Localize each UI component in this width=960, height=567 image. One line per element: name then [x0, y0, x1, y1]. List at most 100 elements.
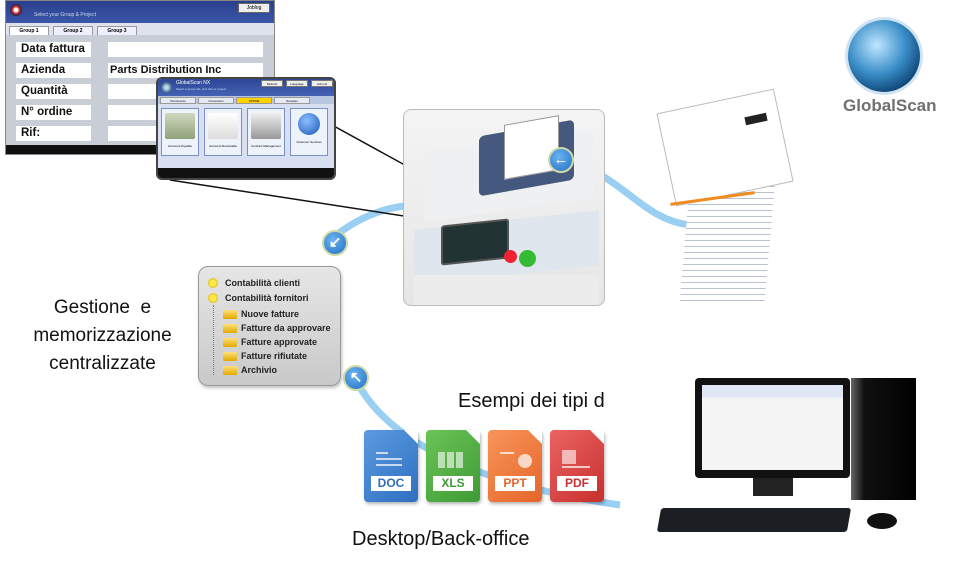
info-icon	[298, 113, 320, 135]
invoice-stack	[656, 88, 795, 310]
tab-conversion[interactable]: Conversion	[198, 97, 234, 104]
text-line	[376, 452, 388, 454]
form-header: Select your Group & Project Joblog	[6, 1, 274, 23]
folder-icon	[223, 352, 237, 361]
copier-image	[403, 109, 605, 306]
caption-line: memorizzazione	[33, 325, 172, 346]
globalscan-popup: GlobalScan NX Select a group tab, and th…	[156, 77, 336, 180]
tree-item-fatture-rifiutate[interactable]: Fatture rifiutate	[241, 351, 307, 361]
tab-group-1[interactable]: Group 1	[9, 26, 49, 35]
field-azienda[interactable]: Parts Distribution Inc	[108, 63, 263, 78]
group-bullet-icon	[208, 278, 218, 288]
scanned-document	[504, 115, 559, 180]
pie-chart-glyph	[518, 454, 532, 468]
folder-tree-panel: Contabilità clienti Contabilità fornitor…	[198, 266, 341, 386]
page-corner	[590, 430, 604, 444]
pdf-file-icon: PDF	[550, 430, 604, 502]
desktop-computer	[655, 375, 920, 535]
folder-icon	[223, 338, 237, 347]
text-line	[376, 464, 402, 466]
page-corner	[466, 430, 480, 444]
documents-arrow-icon	[208, 113, 238, 139]
arrow-left-icon: ←	[548, 147, 574, 173]
tile-contract-management[interactable]: Contract Management	[247, 108, 285, 156]
monitor-stand	[753, 478, 793, 496]
tree-item-fatture-approvate[interactable]: Fatture approvate	[241, 337, 317, 347]
refresh-button[interactable]: Refresh	[261, 80, 283, 87]
arrow-down-left-icon: ↙	[322, 230, 348, 256]
stop-button-icon	[504, 250, 517, 263]
tab-samples[interactable]: Samples	[274, 97, 310, 104]
tab-group-3[interactable]: Group 3	[97, 26, 137, 35]
money-icon	[165, 113, 195, 139]
field-label-quantita: Quantità	[16, 84, 91, 99]
field-label-rif: Rif:	[16, 126, 91, 141]
folder-icon	[223, 310, 237, 319]
form-subtitle: Select your Group & Project	[34, 12, 96, 18]
binder-icon	[251, 113, 281, 139]
keyboard	[656, 508, 852, 532]
globalscan-globe-icon	[848, 20, 920, 92]
grid-lines	[438, 452, 464, 468]
tab-group-2[interactable]: Group 2	[53, 26, 93, 35]
tile-label: Contract Management	[251, 144, 281, 148]
file-type-label: PDF	[557, 476, 597, 491]
start-button-icon	[519, 250, 536, 267]
caption-line: Gestione e	[53, 297, 152, 318]
file-type-label: PPT	[495, 476, 535, 491]
tree-line	[213, 305, 214, 375]
tile-customer-services[interactable]: Customer Services	[290, 108, 328, 156]
group-bullet-icon	[208, 293, 218, 303]
popup-title: GlobalScan NX	[176, 80, 211, 86]
file-type-label: DOC	[371, 476, 411, 491]
tree-item-archivio[interactable]: Archivio	[241, 365, 277, 375]
tile-label: Accounts Receivable	[208, 144, 237, 148]
field-data-fattura[interactable]	[108, 42, 263, 57]
text-line	[500, 452, 514, 454]
popup-subtitle: Select a group tab, and then a project.	[176, 87, 227, 91]
tree-item-contabilita-fornitori[interactable]: Contabilità fornitori	[225, 293, 309, 303]
popup-header: GlobalScan NX Select a group tab, and th…	[158, 79, 334, 96]
tree-item-contabilita-clienti[interactable]: Contabilità clienti	[225, 278, 300, 288]
touch-screen	[441, 218, 509, 266]
language-button[interactable]: Language	[286, 80, 308, 87]
tile-label: Accounts Payable	[167, 144, 192, 148]
joblog-button[interactable]: Joblog	[238, 3, 270, 13]
ppt-file-icon: PPT	[488, 430, 542, 502]
arrow-up-left-icon: ↖	[343, 365, 369, 391]
desktop-caption: Desktop/Back-office	[352, 528, 530, 550]
popup-tabs: Documents Conversion PPFDM Samples	[158, 96, 334, 104]
tree-item-nuove-fatture[interactable]: Nuove fatture	[241, 309, 299, 319]
paper-tray	[414, 275, 599, 305]
tab-documents[interactable]: Documents	[160, 97, 196, 104]
job-list-button[interactable]: Job List	[311, 80, 333, 87]
tree-item-fatture-da-approvare[interactable]: Fatture da approvare	[241, 323, 331, 333]
caption-line: centralizzate	[49, 353, 156, 374]
monitor-screen	[702, 385, 843, 470]
examples-caption: Esempi dei tipi d	[458, 390, 605, 412]
field-label-data-fattura: Data fattura	[16, 42, 91, 57]
field-label-ordine: N° ordine	[16, 105, 91, 120]
folder-icon	[223, 324, 237, 333]
page-corner	[528, 430, 542, 444]
tile-accounts-receivable[interactable]: Accounts Receivable	[204, 108, 242, 156]
tile-label: Customer Services	[296, 140, 322, 144]
popup-footer	[158, 168, 334, 178]
text-line	[562, 466, 590, 468]
mouse	[867, 513, 897, 529]
globalscan-logo-icon	[10, 4, 22, 16]
page-corner	[404, 430, 418, 444]
image-glyph	[562, 450, 576, 464]
central-management-caption: Gestione e memorizzazione centralizzate	[15, 294, 190, 378]
field-label-azienda: Azienda	[16, 63, 91, 78]
brand-name: GlobalScan	[843, 96, 937, 115]
tile-accounts-payable[interactable]: Accounts Payable	[161, 108, 199, 156]
folder-icon	[223, 366, 237, 375]
globe-icon	[161, 82, 172, 93]
group-tabs: Group 1 Group 2 Group 3	[6, 23, 274, 35]
pc-tower	[851, 378, 916, 500]
doc-file-icon: DOC	[364, 430, 418, 502]
xls-file-icon: XLS	[426, 430, 480, 502]
tab-ppfdm[interactable]: PPFDM	[236, 97, 272, 104]
file-type-label: XLS	[433, 476, 473, 491]
